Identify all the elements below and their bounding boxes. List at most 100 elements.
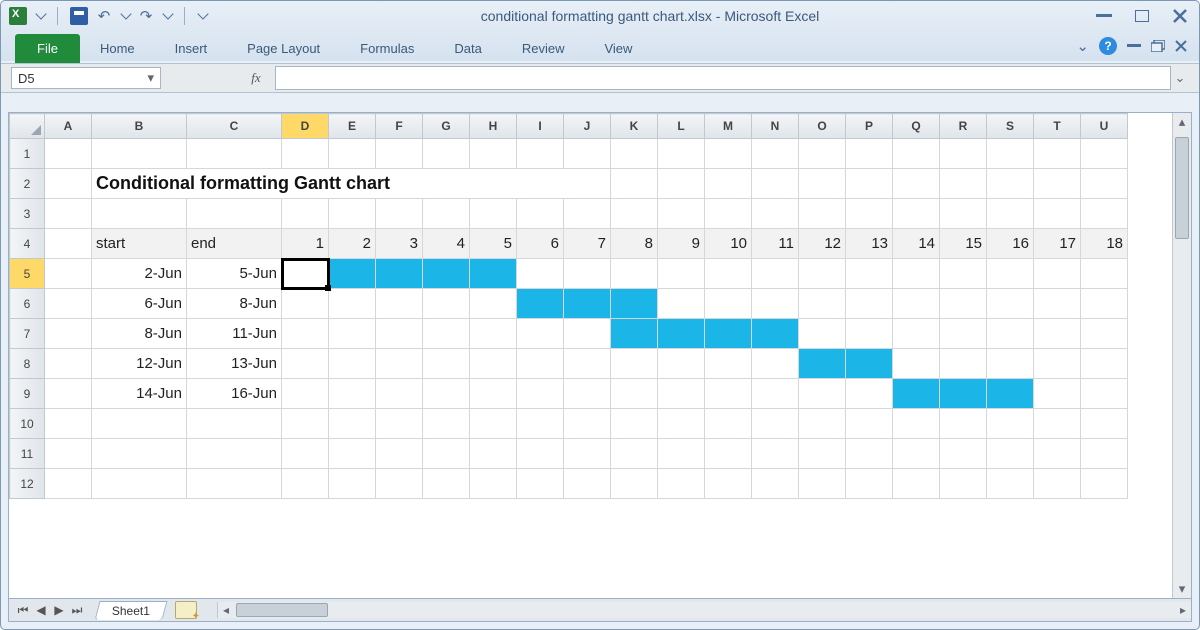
cell-R3[interactable] — [940, 199, 987, 229]
cell-G8[interactable] — [423, 349, 470, 379]
cell-E1[interactable] — [329, 139, 376, 169]
cell-R1[interactable] — [940, 139, 987, 169]
cell-E6[interactable] — [329, 289, 376, 319]
save-icon[interactable] — [70, 7, 88, 25]
cell-J4[interactable]: 7 — [564, 229, 611, 259]
cell-P3[interactable] — [846, 199, 893, 229]
cell-B12[interactable] — [92, 469, 187, 499]
column-header-M[interactable]: M — [705, 114, 752, 139]
cell-S6[interactable] — [987, 289, 1034, 319]
cell-N6[interactable] — [752, 289, 799, 319]
cell-P9[interactable] — [846, 379, 893, 409]
cell-I7[interactable] — [517, 319, 564, 349]
cell-H12[interactable] — [470, 469, 517, 499]
cell-A10[interactable] — [45, 409, 92, 439]
cell-K8[interactable] — [611, 349, 658, 379]
cell-H11[interactable] — [470, 439, 517, 469]
scroll-left-arrow-icon[interactable]: ◂ — [218, 602, 234, 618]
row-header-3[interactable]: 3 — [10, 199, 45, 229]
row-header-4[interactable]: 4 — [10, 229, 45, 259]
cell-D4[interactable]: 1 — [282, 229, 329, 259]
scroll-up-arrow-icon[interactable]: ▴ — [1173, 113, 1191, 131]
cell-M7[interactable] — [705, 319, 752, 349]
cell-L3[interactable] — [658, 199, 705, 229]
close-button[interactable] — [1169, 7, 1191, 25]
scroll-right-arrow-icon[interactable]: ▸ — [1175, 602, 1191, 618]
cell-P1[interactable] — [846, 139, 893, 169]
cell-M11[interactable] — [705, 439, 752, 469]
column-header-K[interactable]: K — [611, 114, 658, 139]
row-header-1[interactable]: 1 — [10, 139, 45, 169]
column-header-F[interactable]: F — [376, 114, 423, 139]
cell-J5[interactable] — [564, 259, 611, 289]
cell-A3[interactable] — [45, 199, 92, 229]
cell-K12[interactable] — [611, 469, 658, 499]
cell-S4[interactable]: 16 — [987, 229, 1034, 259]
column-header-U[interactable]: U — [1081, 114, 1128, 139]
cell-R9[interactable] — [940, 379, 987, 409]
cell-B7[interactable]: 8-Jun — [92, 319, 187, 349]
cell-D8[interactable] — [282, 349, 329, 379]
cell-M3[interactable] — [705, 199, 752, 229]
cell-I5[interactable] — [517, 259, 564, 289]
column-header-R[interactable]: R — [940, 114, 987, 139]
workbook-restore-icon[interactable] — [1151, 40, 1165, 52]
cell-U2[interactable] — [1081, 169, 1128, 199]
cell-I10[interactable] — [517, 409, 564, 439]
cell-O6[interactable] — [799, 289, 846, 319]
cell-D11[interactable] — [282, 439, 329, 469]
cell-D7[interactable] — [282, 319, 329, 349]
cell-D9[interactable] — [282, 379, 329, 409]
cell-H7[interactable] — [470, 319, 517, 349]
cell-B8[interactable]: 12-Jun — [92, 349, 187, 379]
cell-R7[interactable] — [940, 319, 987, 349]
cell-K11[interactable] — [611, 439, 658, 469]
cell-Q1[interactable] — [893, 139, 940, 169]
cell-K7[interactable] — [611, 319, 658, 349]
cell-A11[interactable] — [45, 439, 92, 469]
cell-M10[interactable] — [705, 409, 752, 439]
cell-G3[interactable] — [423, 199, 470, 229]
cell-G6[interactable] — [423, 289, 470, 319]
cell-P12[interactable] — [846, 469, 893, 499]
help-icon[interactable]: ? — [1099, 37, 1117, 55]
cell-O10[interactable] — [799, 409, 846, 439]
cell-S12[interactable] — [987, 469, 1034, 499]
cell-O8[interactable] — [799, 349, 846, 379]
select-all-corner[interactable] — [10, 114, 45, 139]
cell-T12[interactable] — [1034, 469, 1081, 499]
cell-H5[interactable] — [470, 259, 517, 289]
cell-Q12[interactable] — [893, 469, 940, 499]
cell-E4[interactable]: 2 — [329, 229, 376, 259]
column-header-Q[interactable]: Q — [893, 114, 940, 139]
cell-P8[interactable] — [846, 349, 893, 379]
cell-O12[interactable] — [799, 469, 846, 499]
cell-L10[interactable] — [658, 409, 705, 439]
cell-U11[interactable] — [1081, 439, 1128, 469]
column-header-B[interactable]: B — [92, 114, 187, 139]
cell-K2[interactable] — [611, 169, 658, 199]
cell-A12[interactable] — [45, 469, 92, 499]
vscroll-thumb[interactable] — [1175, 137, 1189, 239]
cell-R11[interactable] — [940, 439, 987, 469]
column-header-I[interactable]: I — [517, 114, 564, 139]
cell-N10[interactable] — [752, 409, 799, 439]
row-header-12[interactable]: 12 — [10, 469, 45, 499]
cell-Q8[interactable] — [893, 349, 940, 379]
cell-O4[interactable]: 12 — [799, 229, 846, 259]
column-header-P[interactable]: P — [846, 114, 893, 139]
sheet-nav-next-icon[interactable]: ▶ — [51, 603, 67, 618]
cell-D5[interactable] — [282, 259, 329, 289]
column-header-T[interactable]: T — [1034, 114, 1081, 139]
cell-C9[interactable]: 16-Jun — [187, 379, 282, 409]
cell-L11[interactable] — [658, 439, 705, 469]
cell-Q2[interactable] — [893, 169, 940, 199]
cell-B1[interactable] — [92, 139, 187, 169]
workbook-minimize-icon[interactable] — [1127, 44, 1141, 48]
cell-N4[interactable]: 11 — [752, 229, 799, 259]
cell-A7[interactable] — [45, 319, 92, 349]
cell-P10[interactable] — [846, 409, 893, 439]
cell-Q11[interactable] — [893, 439, 940, 469]
cell-E12[interactable] — [329, 469, 376, 499]
cell-S2[interactable] — [987, 169, 1034, 199]
